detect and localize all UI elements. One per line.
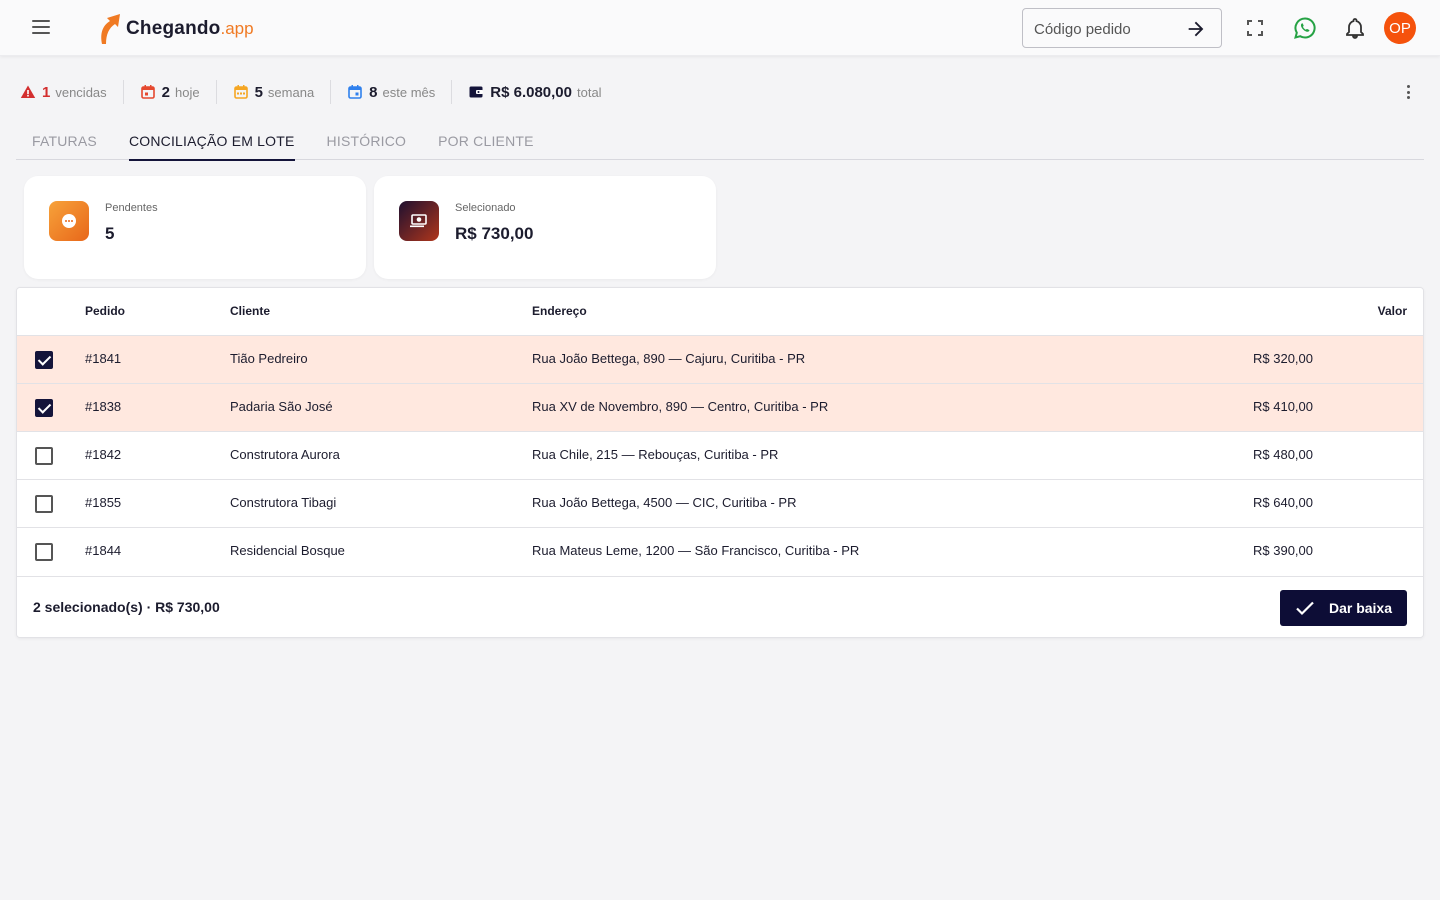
stat-today-label: hoje [175, 84, 200, 100]
cell-valor: R$ 320,00 [1253, 351, 1313, 366]
pending-label: Pendentes [105, 202, 158, 214]
row-checkbox[interactable] [35, 351, 53, 369]
selection-summary: 2 selecionado(s) · R$ 730,00 [33, 599, 220, 615]
table-row[interactable]: #1842 Construtora Aurora Rua Chile, 215 … [17, 432, 1423, 480]
cell-pedido: #1841 [85, 351, 122, 366]
cell-cliente: Padaria São José [230, 399, 333, 414]
table-row[interactable]: #1844 Residencial Bosque Rua Mateus Leme… [17, 528, 1423, 577]
stat-today-number: 2 [161, 83, 170, 101]
stat-week-number: 5 [254, 83, 263, 101]
tab-faturas[interactable]: FATURAS [16, 122, 113, 160]
logo-text: Chegando [126, 18, 221, 39]
pending-value: 5 [105, 224, 115, 243]
stat-total-number: R$ 6.080,00 [490, 83, 572, 101]
calendar-week-icon [233, 85, 248, 99]
tab-conciliacao-em-lote[interactable]: CONCILIAÇÃO EM LOTE [113, 122, 311, 161]
stat-overdue-number: 1 [42, 83, 51, 101]
stat-month-number: 8 [369, 83, 378, 101]
cell-endereco: Rua João Bettega, 890 — Cajuru, Curitiba… [532, 351, 806, 366]
table-header: Pedido Cliente Endereço Valor [17, 288, 1423, 336]
hamburger-menu-icon[interactable] [28, 16, 54, 40]
row-checkbox[interactable] [35, 399, 53, 417]
dar-baixa-label: Dar baixa [1328, 600, 1393, 616]
stat-today[interactable]: 2 hoje [140, 80, 217, 104]
selection-footer: 2 selecionado(s) · R$ 730,00 Dar baixa [17, 576, 1423, 637]
cell-endereco: Rua Chile, 215 — Rebouças, Curitiba - PR [532, 447, 779, 462]
stats-bar: 1 vencidas 2 hoje 5 semana 8 este mês R$… [20, 80, 634, 104]
logo-arrow-icon [101, 14, 120, 44]
dar-baixa-button[interactable]: Dar baixa [1280, 590, 1407, 626]
fullscreen-icon[interactable] [1243, 16, 1267, 40]
warning-icon [20, 85, 36, 98]
cell-valor: R$ 480,00 [1253, 447, 1313, 462]
cell-cliente: Construtora Tibagi [230, 495, 337, 510]
top-app-bar: Chegando.app OP [0, 0, 1440, 56]
cell-cliente: Residencial Bosque [230, 543, 345, 558]
cell-endereco: Rua Mateus Leme, 1200 — São Francisco, C… [532, 543, 860, 558]
tab-por-cliente[interactable]: POR CLIENTE [422, 122, 550, 160]
cell-pedido: #1838 [85, 399, 122, 414]
stat-week[interactable]: 5 semana [233, 80, 332, 104]
cell-endereco: Rua João Bettega, 4500 — CIC, Curitiba -… [532, 495, 797, 510]
pending-icon [49, 201, 89, 241]
row-checkbox[interactable] [35, 495, 53, 513]
column-header-cliente: Cliente [230, 304, 271, 318]
row-checkbox[interactable] [35, 543, 53, 561]
more-vert-icon[interactable] [1398, 82, 1418, 102]
order-code-search [1022, 8, 1222, 48]
selected-value: R$ 730,00 [455, 224, 534, 243]
stat-week-label: semana [267, 84, 315, 100]
cell-cliente: Construtora Aurora [230, 447, 340, 462]
cell-cliente: Tião Pedreiro [230, 351, 308, 366]
bell-icon[interactable] [1343, 16, 1367, 40]
tab-historico[interactable]: HISTÓRICO [311, 122, 423, 160]
cell-pedido: #1842 [85, 447, 122, 462]
stat-month[interactable]: 8 este mês [347, 80, 453, 104]
orders-table: Pedido Cliente Endereço Valor #1841 Tião… [16, 287, 1424, 638]
stat-total-label: total [577, 84, 602, 100]
wallet-icon [469, 86, 484, 98]
check-icon [1296, 601, 1314, 616]
selected-card: Selecionado R$ 730,00 [374, 176, 716, 279]
calendar-today-icon [140, 85, 155, 99]
cell-endereco: Rua XV de Novembro, 890 — Centro, Curiti… [532, 399, 829, 414]
stat-overdue[interactable]: 1 vencidas [20, 80, 124, 104]
cell-valor: R$ 390,00 [1253, 543, 1313, 558]
column-header-valor: Valor [1377, 304, 1407, 318]
order-code-input[interactable] [1034, 18, 1174, 40]
user-avatar[interactable]: OP [1384, 12, 1416, 44]
stat-total[interactable]: R$ 6.080,00 total [468, 80, 617, 104]
cell-pedido: #1855 [85, 495, 122, 510]
whatsapp-icon[interactable] [1293, 16, 1317, 40]
cell-valor: R$ 410,00 [1253, 399, 1313, 414]
cell-pedido: #1844 [85, 543, 122, 558]
selected-label: Selecionado [455, 202, 516, 214]
stat-overdue-label: vencidas [55, 84, 107, 100]
calendar-month-icon [348, 85, 362, 99]
logo-suffix: .app [220, 19, 254, 38]
table-row[interactable]: #1841 Tião Pedreiro Rua João Bettega, 89… [17, 336, 1423, 384]
cell-valor: R$ 640,00 [1253, 495, 1313, 510]
tab-bar: FATURAS CONCILIAÇÃO EM LOTE HISTÓRICO PO… [16, 122, 1424, 161]
cash-icon [399, 201, 439, 241]
table-row[interactable]: #1838 Padaria São José Rua XV de Novembr… [17, 384, 1423, 432]
stat-month-label: este mês [382, 84, 436, 100]
column-header-pedido: Pedido [85, 304, 126, 318]
table-row[interactable]: #1855 Construtora Tibagi Rua João Betteg… [17, 480, 1423, 528]
column-header-endereco: Endereço [532, 304, 587, 318]
row-checkbox[interactable] [35, 447, 53, 465]
app-logo[interactable]: Chegando .app [96, 12, 254, 46]
pending-card: Pendentes 5 [24, 176, 366, 279]
arrow-right-icon[interactable] [1185, 18, 1207, 40]
